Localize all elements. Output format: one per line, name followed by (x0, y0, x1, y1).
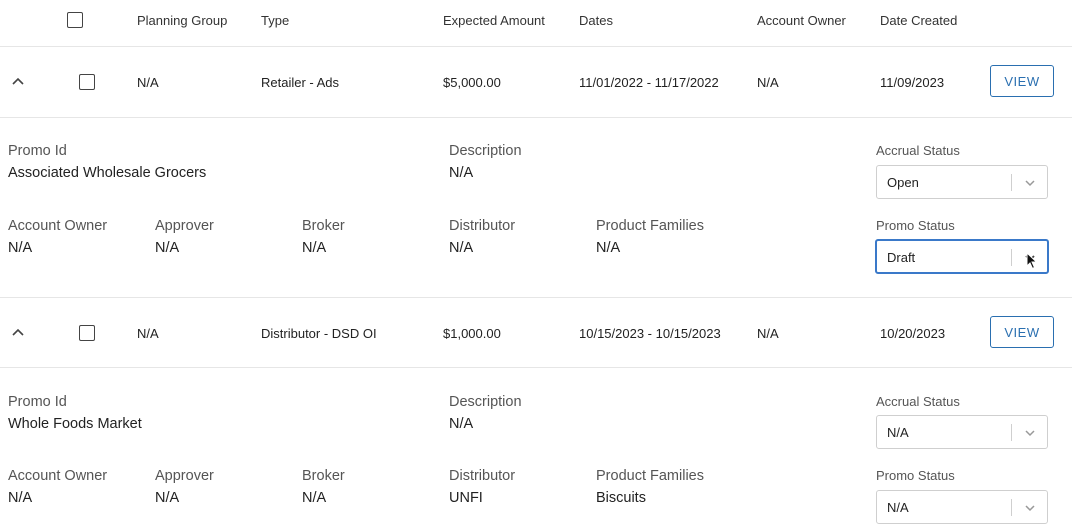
cell-dates: 10/15/2023 - 10/15/2023 (579, 326, 721, 341)
accrual-status-value: Open (887, 175, 919, 190)
cell-date-created: 10/20/2023 (880, 326, 946, 341)
promo-status-label: Promo Status (876, 218, 955, 233)
distributor-value: N/A (449, 240, 474, 256)
divider (0, 367, 1072, 368)
product-families-value: Biscuits (596, 490, 646, 506)
description-value: N/A (449, 165, 474, 181)
accrual-status-select[interactable]: N/A (876, 415, 1048, 449)
promo-status-select[interactable]: Draft (875, 239, 1049, 274)
description-label: Description (449, 394, 522, 410)
chevron-up-icon[interactable] (12, 76, 24, 86)
chevron-up-icon[interactable] (12, 327, 24, 337)
row-checkbox[interactable] (79, 325, 95, 341)
select-separator (1011, 174, 1012, 191)
account-owner-value: N/A (8, 490, 33, 506)
accrual-status-label: Accrual Status (876, 143, 960, 158)
view-button[interactable]: VIEW (990, 65, 1054, 97)
divider (0, 46, 1072, 47)
product-families-value: N/A (596, 240, 621, 256)
divider (0, 117, 1072, 118)
broker-value: N/A (302, 490, 327, 506)
row-checkbox[interactable] (79, 74, 95, 90)
account-owner-label: Account Owner (8, 218, 108, 234)
chevron-down-icon[interactable] (1023, 426, 1037, 440)
header-dates[interactable]: Dates (579, 13, 613, 28)
view-button[interactable]: VIEW (990, 316, 1054, 348)
cell-type: Retailer - Ads (261, 75, 340, 90)
account-owner-value: N/A (8, 240, 33, 256)
promo-id-value: Whole Foods Market (8, 416, 142, 432)
promo-id-value: Associated Wholesale Grocers (8, 165, 207, 181)
description-label: Description (449, 143, 522, 159)
approver-label: Approver (155, 218, 214, 234)
distributor-label: Distributor (449, 218, 516, 234)
select-all-checkbox[interactable] (67, 12, 83, 28)
header-date-created[interactable]: Date Created (880, 13, 957, 28)
approver-value: N/A (155, 490, 180, 506)
account-owner-label: Account Owner (8, 468, 108, 484)
cell-expected-amount: $5,000.00 (443, 75, 501, 90)
cell-type: Distributor - DSD OI (261, 326, 377, 341)
cell-account-owner: N/A (757, 326, 779, 341)
divider (0, 297, 1072, 298)
approver-label: Approver (155, 468, 214, 484)
distributor-label: Distributor (449, 468, 516, 484)
distributor-value: UNFI (449, 490, 483, 506)
header-planning-group[interactable]: Planning Group (137, 13, 227, 28)
mouse-cursor-icon (1026, 252, 1038, 270)
broker-value: N/A (302, 240, 327, 256)
cell-expected-amount: $1,000.00 (443, 326, 501, 341)
accrual-status-value: N/A (887, 425, 909, 440)
promo-status-select[interactable]: N/A (876, 490, 1048, 524)
description-value: N/A (449, 416, 474, 432)
chevron-down-icon[interactable] (1023, 176, 1037, 190)
cell-planning-group: N/A (137, 75, 159, 90)
accrual-status-select[interactable]: Open (876, 165, 1048, 199)
header-type[interactable]: Type (261, 13, 289, 28)
cell-dates: 11/01/2022 - 11/17/2022 (579, 75, 719, 90)
cell-planning-group: N/A (137, 326, 159, 341)
select-separator (1011, 249, 1012, 266)
promo-id-label: Promo Id (8, 394, 67, 410)
promo-status-label: Promo Status (876, 468, 955, 483)
promo-status-value: Draft (887, 250, 916, 265)
cell-date-created: 11/09/2023 (880, 75, 945, 90)
accrual-status-label: Accrual Status (876, 394, 960, 409)
chevron-down-icon[interactable] (1023, 501, 1037, 515)
select-separator (1011, 499, 1012, 516)
promo-id-label: Promo Id (8, 143, 67, 159)
promo-status-value: N/A (887, 500, 909, 515)
product-families-label: Product Families (596, 218, 704, 234)
header-account-owner[interactable]: Account Owner (757, 13, 846, 28)
header-expected-amount[interactable]: Expected Amount (443, 13, 545, 28)
broker-label: Broker (302, 218, 345, 234)
select-separator (1011, 424, 1012, 441)
broker-label: Broker (302, 468, 345, 484)
cell-account-owner: N/A (757, 75, 779, 90)
product-families-label: Product Families (596, 468, 704, 484)
approver-value: N/A (155, 240, 180, 256)
